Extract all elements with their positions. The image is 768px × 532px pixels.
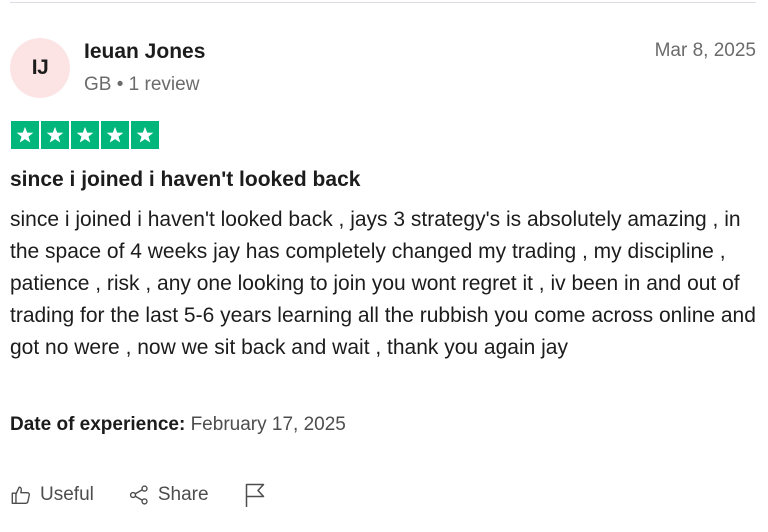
meta-separator: • (116, 74, 124, 95)
review-card: IJ Ieuan Jones GB • 1 review Mar 8, 2025… (0, 0, 768, 532)
review-body: since i joined i haven't looked back , j… (10, 208, 756, 359)
avatar[interactable]: IJ (10, 38, 70, 98)
useful-button[interactable]: Useful (10, 484, 94, 506)
report-button[interactable] (243, 482, 267, 508)
reviewer-country: GB (84, 74, 112, 95)
experience-label: Date of experience: (10, 414, 186, 435)
star-icon (131, 121, 159, 149)
share-icon (128, 484, 150, 506)
review-actions: Useful Share (10, 482, 267, 508)
star-icon (101, 121, 129, 149)
flag-icon (243, 482, 267, 508)
reviewer-review-count: 1 review (128, 74, 200, 95)
star-icon (11, 121, 39, 149)
avatar-initials: IJ (31, 56, 49, 79)
star-icon (71, 121, 99, 149)
star-icon (41, 121, 69, 149)
review-title[interactable]: since i joined i haven't looked back (10, 168, 360, 192)
top-divider (10, 2, 756, 3)
share-label: Share (157, 484, 209, 505)
date-of-experience: Date of experience: February 17, 2025 (10, 414, 346, 436)
useful-label: Useful (40, 484, 94, 505)
experience-date: February 17, 2025 (190, 414, 346, 435)
reviewer-meta: GB • 1 review (84, 74, 199, 96)
reviewer-name[interactable]: Ieuan Jones (84, 40, 205, 64)
share-button[interactable]: Share (128, 484, 209, 506)
thumbs-up-icon (10, 484, 32, 506)
star-rating (11, 121, 159, 149)
review-date: Mar 8, 2025 (654, 40, 756, 61)
